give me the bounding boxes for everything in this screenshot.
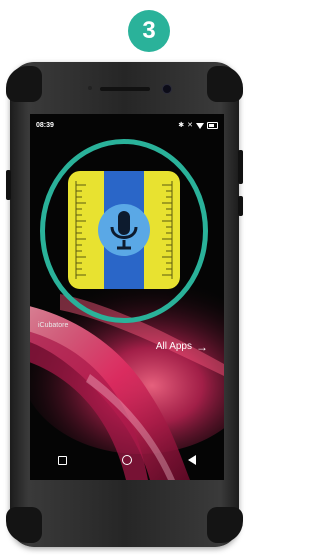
phone-bumper-top-right xyxy=(207,66,243,102)
recents-square-icon[interactable] xyxy=(57,455,67,465)
phone-bumper-bottom-right xyxy=(207,507,243,543)
phone-bumper-bottom-left xyxy=(6,507,42,543)
phone-side-key xyxy=(6,170,11,200)
mute-icon: ✕ xyxy=(187,122,193,129)
home-circle-icon[interactable] xyxy=(122,455,133,465)
proximity-sensor xyxy=(88,86,92,90)
step-number-badge: 3 xyxy=(128,10,170,52)
all-apps-button[interactable]: All Apps → xyxy=(155,339,208,354)
back-triangle-icon[interactable] xyxy=(188,455,197,465)
arrow-right-icon: → xyxy=(196,339,208,354)
phone-power-button xyxy=(238,196,243,216)
status-time: 08:39 xyxy=(36,122,54,129)
tutorial-stage: 3 08:39 ✱ ✕ iCubatore All Apps → xyxy=(0,0,249,555)
status-icons: ✱ ✕ xyxy=(178,121,218,130)
battery-icon xyxy=(207,122,218,129)
earpiece-speaker xyxy=(100,87,150,91)
app-icon-graphic xyxy=(68,171,180,289)
home-app-label[interactable]: iCubatore xyxy=(38,322,68,329)
phone-volume-button xyxy=(238,150,243,184)
microphone-ruler-app-icon[interactable] xyxy=(68,171,180,289)
navigation-bar xyxy=(30,440,224,480)
all-apps-label: All Apps xyxy=(155,341,192,352)
front-camera xyxy=(162,84,172,94)
phone-bumper-top-left xyxy=(6,66,42,102)
bluetooth-icon: ✱ xyxy=(178,122,185,129)
wifi-icon xyxy=(196,122,204,129)
